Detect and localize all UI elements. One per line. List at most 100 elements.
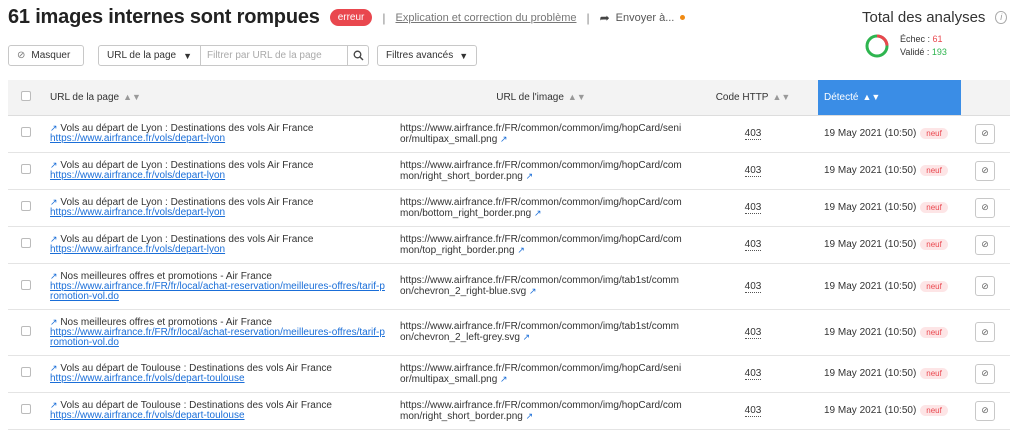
- select-all-checkbox[interactable]: [21, 90, 31, 101]
- image-url-cell: https://www.airfrance.fr/FR/common/commo…: [394, 392, 688, 430]
- external-link-icon[interactable]: ↗: [517, 245, 525, 255]
- image-url-text: https://www.airfrance.fr/FR/common/commo…: [400, 362, 682, 385]
- column-header-http-code[interactable]: Code HTTP ▲▼: [688, 80, 818, 116]
- page-url-link[interactable]: https://www.airfrance.fr/vols/depart-lyo…: [50, 245, 388, 255]
- new-badge: neuf: [920, 165, 948, 176]
- page-url-link[interactable]: https://www.airfrance.fr/FR/fr/local/ach…: [50, 281, 388, 302]
- title-row: 61 images internes sont rompues erreur |…: [8, 6, 686, 29]
- http-code-value[interactable]: 403: [744, 128, 762, 140]
- image-url-cell: https://www.airfrance.fr/FR/common/commo…: [394, 189, 688, 227]
- page-url-cell: ↗ Nos meilleures offres et promotions - …: [44, 263, 394, 310]
- column-header-image-url[interactable]: URL de l'image ▲▼: [394, 80, 688, 116]
- row-hide-button[interactable]: ⊘: [975, 322, 995, 342]
- page-url-link[interactable]: https://www.airfrance.fr/vols/depart-lyo…: [50, 134, 388, 144]
- external-link-icon[interactable]: ↗: [50, 363, 58, 373]
- detected-cell: 19 May 2021 (10:50) neuf: [818, 263, 961, 310]
- http-code-value[interactable]: 403: [744, 326, 762, 339]
- detected-cell: 19 May 2021 (10:50) neuf: [818, 115, 961, 153]
- new-badge: neuf: [920, 239, 948, 250]
- http-code-value[interactable]: 403: [744, 239, 762, 251]
- page-url-cell: ↗ Nos meilleures offres et promotions - …: [44, 309, 394, 356]
- external-link-icon[interactable]: ↗: [50, 317, 58, 327]
- detected-date: 19 May 2021 (10:50): [824, 128, 917, 139]
- external-link-icon[interactable]: ↗: [50, 271, 58, 281]
- explain-link[interactable]: Explication et correction du problème: [396, 12, 577, 24]
- analyses-legend: Échec : 61 Validé : 193: [900, 33, 947, 59]
- separator: |: [382, 10, 386, 25]
- external-link-icon[interactable]: ↗: [523, 332, 531, 342]
- external-link-icon[interactable]: ↗: [50, 123, 58, 133]
- page-url-link[interactable]: https://www.airfrance.fr/FR/fr/local/ach…: [50, 327, 388, 348]
- image-url-text: https://www.airfrance.fr/FR/common/commo…: [400, 233, 682, 256]
- row-hide-button[interactable]: ⊘: [975, 234, 995, 255]
- http-code-value[interactable]: 403: [744, 405, 762, 417]
- page-url-cell: ↗ Vols au départ de Toulouse : Destinati…: [44, 392, 394, 430]
- hide-label: Masquer: [31, 50, 71, 61]
- row-checkbox[interactable]: [21, 201, 31, 211]
- row-hide-button[interactable]: ⊘: [975, 160, 995, 181]
- http-code-value[interactable]: 403: [744, 280, 762, 293]
- row-checkbox[interactable]: [21, 127, 31, 137]
- http-code-value[interactable]: 403: [744, 202, 762, 214]
- search-button[interactable]: [348, 45, 369, 66]
- fail-value: 61: [932, 34, 943, 44]
- info-icon[interactable]: i: [995, 11, 1007, 24]
- external-link-icon[interactable]: ↗: [529, 286, 537, 296]
- http-code-cell: 403: [688, 263, 818, 310]
- page-title: 61 images internes sont rompues: [8, 6, 320, 28]
- external-link-icon[interactable]: ↗: [534, 208, 542, 218]
- eye-slash-icon: ⊘: [981, 202, 989, 212]
- send-button[interactable]: ➦ Envoyer à...: [600, 11, 686, 25]
- eye-slash-icon: ⊘: [981, 326, 989, 337]
- page-title-line: ↗ Nos meilleures offres et promotions - …: [50, 317, 388, 328]
- row-hide-button[interactable]: ⊘: [975, 363, 995, 384]
- external-link-icon[interactable]: ↗: [526, 411, 534, 421]
- page-url-cell: ↗ Vols au départ de Lyon : Destinations …: [44, 152, 394, 190]
- separator: |: [586, 10, 590, 25]
- column-header-http-code-label: Code HTTP: [715, 91, 769, 103]
- column-header-detected[interactable]: Détecté ▲▼: [818, 80, 961, 116]
- row-checkbox[interactable]: [21, 404, 31, 414]
- column-header-actions: [961, 80, 1010, 116]
- image-url-cell: https://www.airfrance.fr/FR/common/commo…: [394, 115, 688, 153]
- row-hide-button[interactable]: ⊘: [975, 197, 995, 218]
- external-link-icon[interactable]: ↗: [500, 134, 508, 144]
- row-hide-button[interactable]: ⊘: [975, 400, 995, 421]
- page-url-link[interactable]: https://www.airfrance.fr/vols/depart-tou…: [50, 374, 388, 384]
- column-header-page-url[interactable]: URL de la page ▲▼: [44, 80, 394, 116]
- hide-button[interactable]: ⊘ Masquer: [8, 45, 84, 66]
- row-hide-button[interactable]: ⊘: [975, 123, 995, 144]
- external-link-icon[interactable]: ↗: [50, 400, 58, 410]
- external-link-icon[interactable]: ↗: [500, 374, 508, 384]
- page-url-link[interactable]: https://www.airfrance.fr/vols/depart-lyo…: [50, 171, 388, 181]
- eye-slash-icon: ⊘: [981, 128, 989, 138]
- eye-slash-icon: ⊘: [981, 280, 989, 291]
- external-link-icon[interactable]: ↗: [50, 234, 58, 244]
- row-checkbox[interactable]: [21, 164, 31, 174]
- page-title-text: Nos meilleures offres et promotions - Ai…: [60, 270, 272, 282]
- detected-cell: 19 May 2021 (10:50) neuf: [818, 392, 961, 430]
- row-checkbox[interactable]: [21, 367, 31, 377]
- table-row: ↗ Vols au départ de Lyon : Destinations …: [8, 152, 1010, 190]
- row-checkbox[interactable]: [21, 279, 31, 290]
- detected-date: 19 May 2021 (10:50): [824, 280, 917, 292]
- external-link-icon[interactable]: ↗: [526, 171, 534, 181]
- row-select-cell: [8, 263, 44, 310]
- advanced-filters-button[interactable]: Filtres avancés ▼: [377, 45, 477, 66]
- row-hide-button[interactable]: ⊘: [975, 276, 995, 296]
- http-code-value[interactable]: 403: [744, 368, 762, 380]
- http-code-value[interactable]: 403: [744, 165, 762, 177]
- external-link-icon[interactable]: ↗: [50, 160, 58, 170]
- table-body: ↗ Vols au départ de Lyon : Destinations …: [8, 115, 1010, 430]
- error-badge: erreur: [329, 9, 373, 26]
- image-url-text: https://www.airfrance.fr/FR/common/commo…: [400, 321, 679, 343]
- row-checkbox[interactable]: [21, 325, 31, 336]
- advanced-filters-label: Filtres avancés: [386, 50, 454, 61]
- row-checkbox[interactable]: [21, 238, 31, 248]
- external-link-icon[interactable]: ↗: [50, 197, 58, 207]
- page-url-link[interactable]: https://www.airfrance.fr/vols/depart-lyo…: [50, 208, 388, 218]
- url-select[interactable]: URL de la page ▼: [98, 45, 201, 66]
- image-url-cell: https://www.airfrance.fr/FR/common/commo…: [394, 355, 688, 393]
- filter-input[interactable]: [201, 45, 348, 66]
- table-row: ↗ Nos meilleures offres et promotions - …: [8, 263, 1010, 310]
